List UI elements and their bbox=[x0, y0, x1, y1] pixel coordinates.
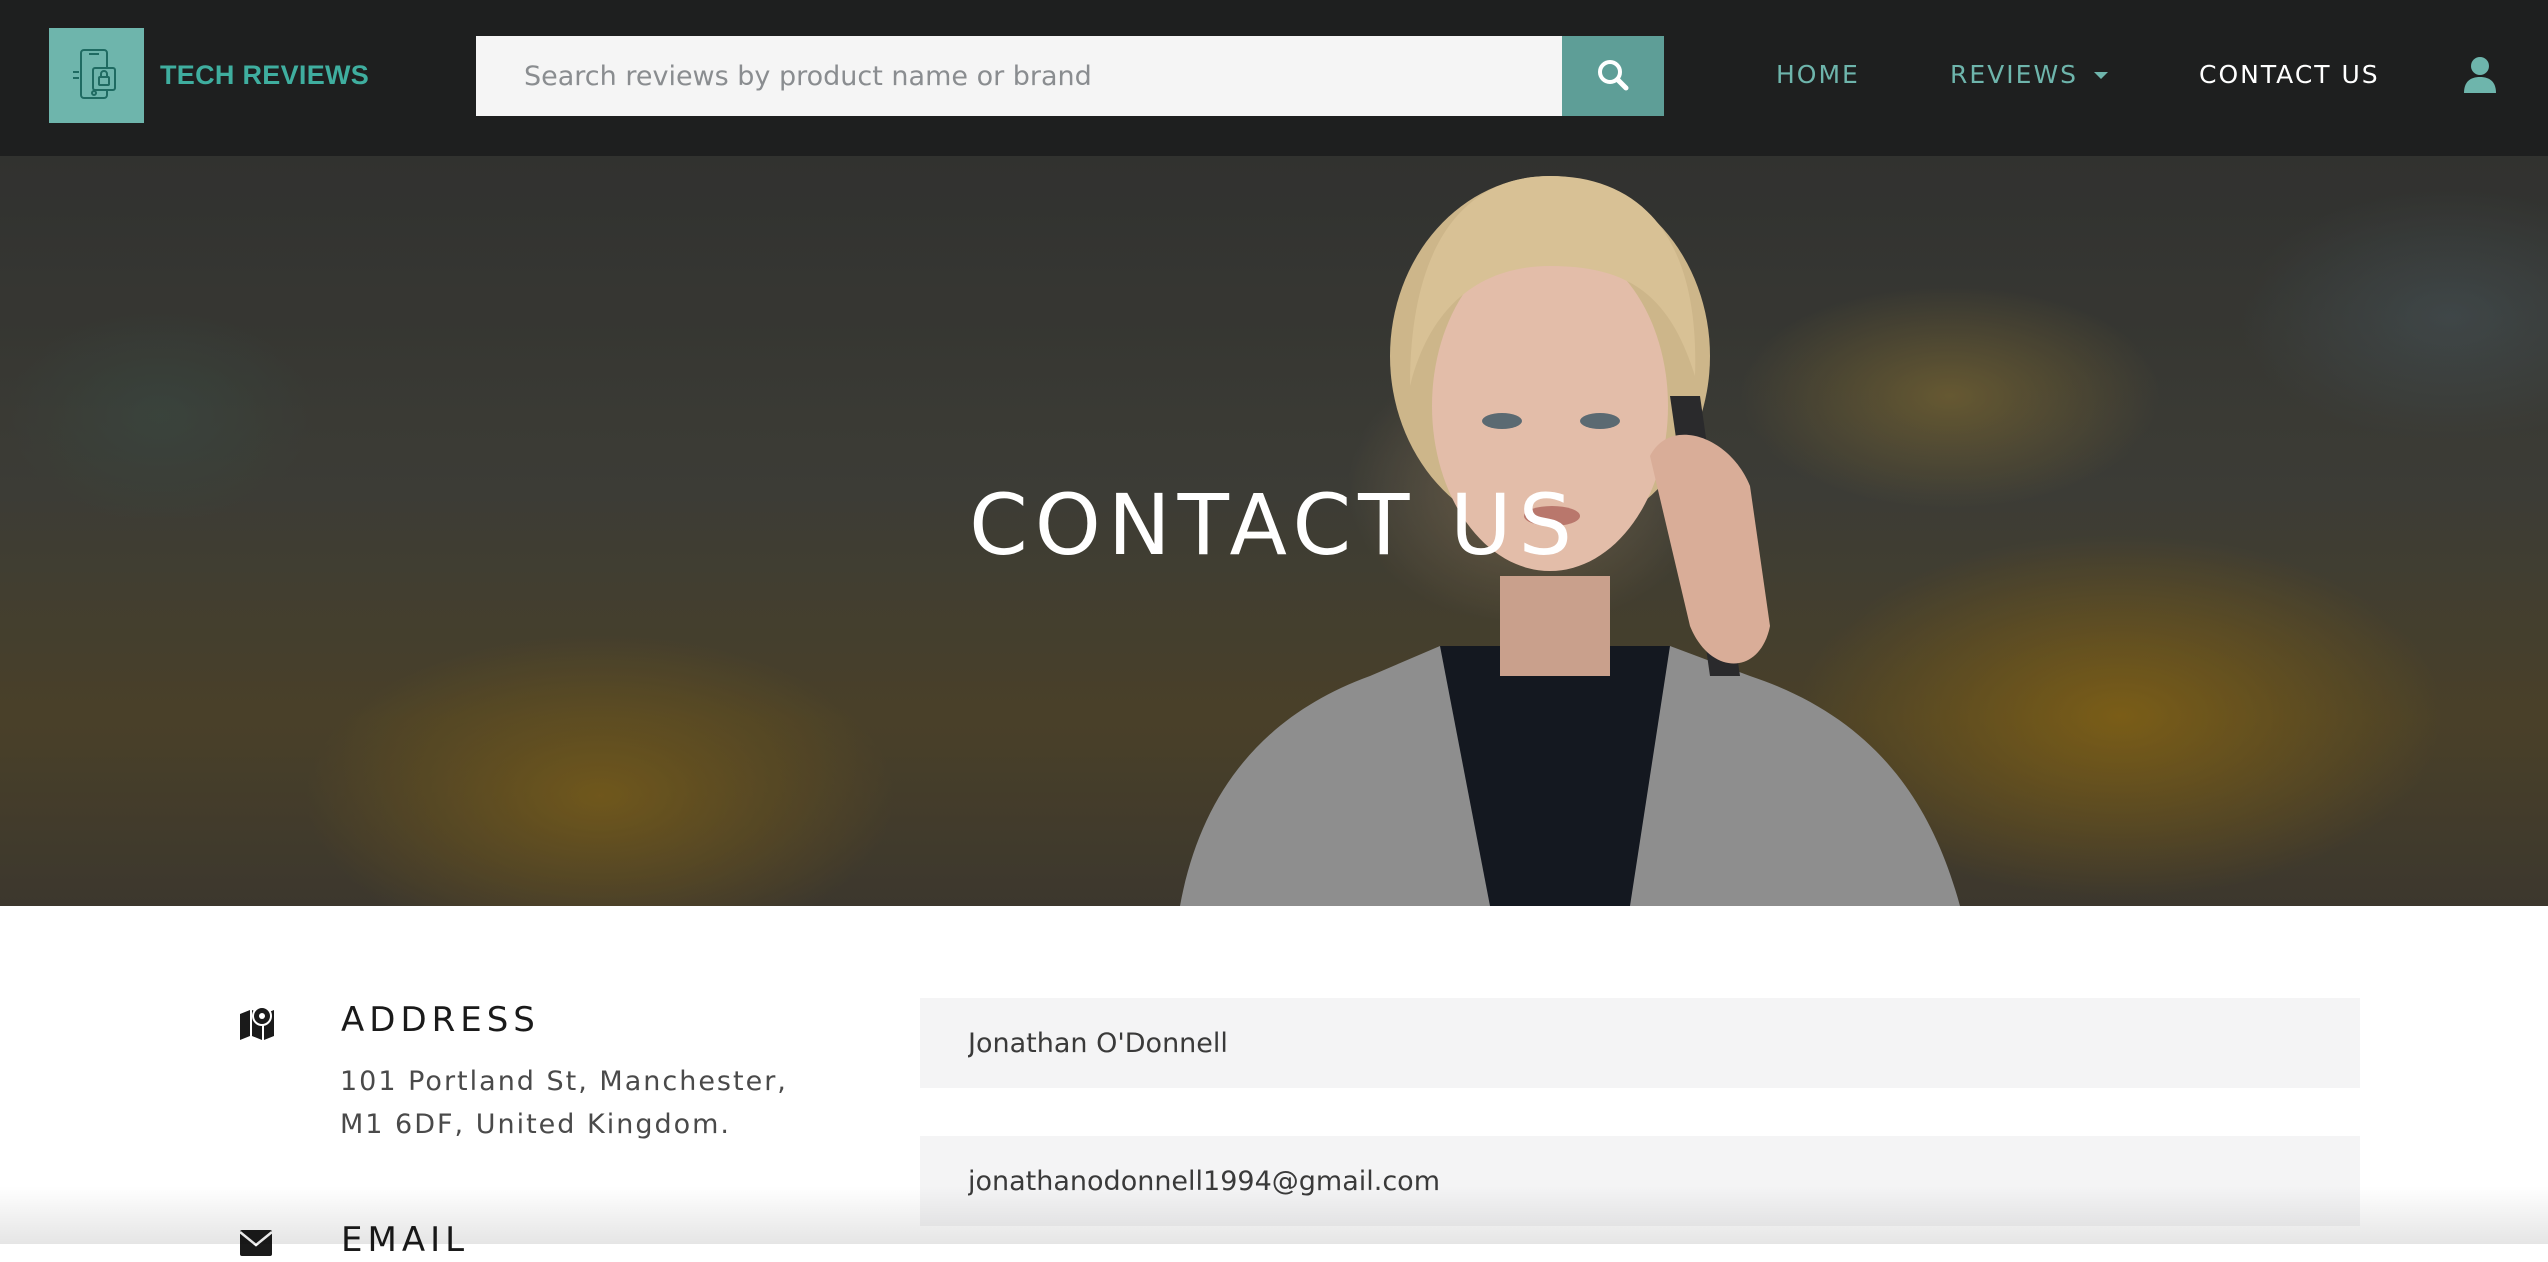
brand-name: TECH REVIEWS bbox=[160, 60, 370, 90]
phone-lock-icon bbox=[49, 28, 144, 123]
caret-down-icon bbox=[2094, 71, 2109, 79]
search-input[interactable] bbox=[476, 36, 1564, 116]
navbar: TECH REVIEWS HOME REVIEWS CONTACT US bbox=[0, 0, 2548, 156]
envelope-icon bbox=[238, 1228, 276, 1262]
email-field[interactable] bbox=[920, 1136, 2360, 1226]
user-icon[interactable] bbox=[2462, 56, 2498, 94]
address-heading: ADDRESS bbox=[341, 1000, 540, 1040]
search-button[interactable] bbox=[1562, 36, 1664, 116]
name-field[interactable] bbox=[920, 998, 2360, 1088]
nav-home[interactable]: HOME bbox=[1776, 60, 1860, 90]
address-line-1: 101 Portland St, Manchester, bbox=[340, 1066, 788, 1097]
map-marker-icon bbox=[238, 1006, 276, 1040]
search-icon bbox=[1596, 58, 1630, 95]
nav-reviews-label: REVIEWS bbox=[1950, 60, 2079, 89]
email-heading: EMAIL bbox=[341, 1220, 470, 1260]
hero-title: CONTACT US bbox=[969, 476, 1579, 574]
address-line-2: M1 6DF, United Kingdom. bbox=[340, 1109, 732, 1140]
nav-contact-us[interactable]: CONTACT US bbox=[2199, 60, 2380, 90]
hero-banner: CONTACT US bbox=[0, 156, 2548, 906]
brand-link[interactable]: TECH REVIEWS bbox=[49, 28, 369, 123]
nav-reviews-dropdown[interactable]: REVIEWS bbox=[1950, 60, 2109, 90]
